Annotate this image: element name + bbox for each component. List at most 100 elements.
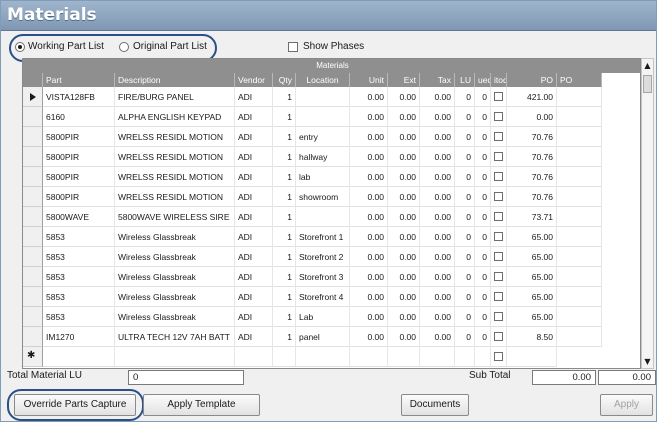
cell-vendor[interactable]	[235, 347, 273, 367]
itod-checkbox[interactable]	[494, 132, 503, 142]
current-row-indicator-icon[interactable]	[23, 87, 43, 107]
cell-po[interactable]: 70.76	[507, 147, 557, 167]
cell-po[interactable]: 65.00	[507, 227, 557, 247]
column-header[interactable]: Part	[43, 73, 115, 87]
cell-location[interactable]: Lab	[296, 307, 350, 327]
cell-ext[interactable]: 0.00	[388, 267, 420, 287]
cell-location[interactable]: lab	[296, 167, 350, 187]
cell-description[interactable]: WRELSS RESIDL MOTION	[115, 187, 235, 207]
cell-lu[interactable]: 0	[455, 327, 475, 347]
itod-checkbox[interactable]	[494, 192, 503, 202]
cell-itod[interactable]	[491, 127, 507, 147]
cell-tax[interactable]: 0.00	[420, 107, 455, 127]
cell-vendor[interactable]: ADI	[235, 167, 273, 187]
table-row[interactable]: IM1270 ULTRA TECH 12V 7AH BATT ADI 1 panel 0.…	[43, 327, 602, 347]
cell-tax[interactable]: 0.00	[420, 227, 455, 247]
cell-itod[interactable]	[491, 327, 507, 347]
cell-ext[interactable]: 0.00	[388, 207, 420, 227]
cell-lu[interactable]: 0	[455, 267, 475, 287]
cell-lu[interactable]: 0	[455, 127, 475, 147]
column-header[interactable]: ued	[475, 73, 491, 87]
cell-lu[interactable]: 0	[455, 287, 475, 307]
cell-itod[interactable]	[491, 107, 507, 127]
cell-vendor[interactable]: ADI	[235, 247, 273, 267]
cell-location[interactable]	[296, 107, 350, 127]
cell-po[interactable]: 65.00	[507, 247, 557, 267]
scroll-up-icon[interactable]: ▲	[642, 59, 653, 72]
cell-ext[interactable]: 0.00	[388, 287, 420, 307]
cell-part[interactable]: 5853	[43, 267, 115, 287]
cell-description[interactable]: Wireless Glassbreak	[115, 307, 235, 327]
itod-checkbox[interactable]	[494, 312, 503, 322]
itod-checkbox[interactable]	[494, 292, 503, 302]
show-phases-checkbox[interactable]	[288, 42, 298, 52]
cell-qty[interactable]: 1	[273, 247, 296, 267]
cell-location[interactable]: Storefront 3	[296, 267, 350, 287]
table-row[interactable]: 5800WAVE 5800WAVE WIRELESS SIRE ADI 1 0.00 0.…	[43, 207, 602, 227]
itod-checkbox[interactable]	[494, 232, 503, 242]
column-header[interactable]: Vendor	[235, 73, 273, 87]
cell-vendor[interactable]: ADI	[235, 127, 273, 147]
cell-ued[interactable]: 0	[475, 307, 491, 327]
cell-unit[interactable]: 0.00	[350, 327, 388, 347]
cell-vendor[interactable]: ADI	[235, 287, 273, 307]
cell-po[interactable]: 8.50	[507, 327, 557, 347]
cell-description[interactable]: Wireless Glassbreak	[115, 227, 235, 247]
cell-qty[interactable]: 1	[273, 287, 296, 307]
cell-ued[interactable]: 0	[475, 87, 491, 107]
table-row[interactable]: 5853 Wireless Glassbreak ADI 1 Storefront 10…	[43, 227, 602, 247]
cell-ext[interactable]: 0.00	[388, 167, 420, 187]
itod-checkbox[interactable]	[494, 272, 503, 282]
cell-unit[interactable]: 0.00	[350, 307, 388, 327]
cell-vendor[interactable]: ADI	[235, 187, 273, 207]
itod-checkbox[interactable]	[494, 252, 503, 262]
cell-qty[interactable]: 1	[273, 107, 296, 127]
cell-itod[interactable]	[491, 347, 507, 367]
cell-part[interactable]: VISTA128FB	[43, 87, 115, 107]
cell-description[interactable]: Wireless Glassbreak	[115, 247, 235, 267]
cell-qty[interactable]: 1	[273, 87, 296, 107]
cell-location[interactable]	[296, 347, 350, 367]
cell-tax[interactable]: 0.00	[420, 327, 455, 347]
cell-location[interactable]: showroom	[296, 187, 350, 207]
table-row[interactable]: 5853 Wireless Glassbreak ADI 1 Storefront 30…	[43, 267, 602, 287]
cell-part[interactable]: 5800PIR	[43, 127, 115, 147]
cell-ued[interactable]: 0	[475, 147, 491, 167]
cell-description[interactable]: Wireless Glassbreak	[115, 267, 235, 287]
cell-po[interactable]: 70.76	[507, 127, 557, 147]
cell-po-2[interactable]	[557, 227, 602, 247]
cell-part[interactable]: IM1270	[43, 327, 115, 347]
column-header[interactable]: Ext	[388, 73, 420, 87]
cell-po-2[interactable]	[557, 327, 602, 347]
cell-lu[interactable]: 0	[455, 207, 475, 227]
cell-description[interactable]: 5800WAVE WIRELESS SIRE	[115, 207, 235, 227]
cell-unit[interactable]: 0.00	[350, 247, 388, 267]
cell-ext[interactable]: 0.00	[388, 307, 420, 327]
cell-ext[interactable]: 0.00	[388, 87, 420, 107]
cell-ued[interactable]	[475, 347, 491, 367]
cell-tax[interactable]: 0.00	[420, 247, 455, 267]
cell-vendor[interactable]: ADI	[235, 87, 273, 107]
cell-ext[interactable]: 0.00	[388, 127, 420, 147]
cell-tax[interactable]: 0.00	[420, 127, 455, 147]
cell-itod[interactable]	[491, 287, 507, 307]
cell-po-2[interactable]	[557, 247, 602, 267]
cell-itod[interactable]	[491, 87, 507, 107]
itod-checkbox[interactable]	[494, 92, 503, 102]
cell-po-2[interactable]	[557, 307, 602, 327]
cell-po-2[interactable]	[557, 267, 602, 287]
row-selector[interactable]	[23, 207, 43, 227]
cell-description[interactable]	[115, 347, 235, 367]
cell-vendor[interactable]: ADI	[235, 207, 273, 227]
cell-po-2[interactable]	[557, 127, 602, 147]
itod-checkbox[interactable]	[494, 212, 503, 222]
cell-part[interactable]: 5800PIR	[43, 147, 115, 167]
cell-tax[interactable]: 0.00	[420, 187, 455, 207]
cell-itod[interactable]	[491, 147, 507, 167]
new-table-row[interactable]	[43, 347, 557, 367]
cell-ued[interactable]: 0	[475, 327, 491, 347]
cell-location[interactable]: panel	[296, 327, 350, 347]
row-selector[interactable]	[23, 167, 43, 187]
cell-qty[interactable]: 1	[273, 327, 296, 347]
cell-lu[interactable]: 0	[455, 247, 475, 267]
